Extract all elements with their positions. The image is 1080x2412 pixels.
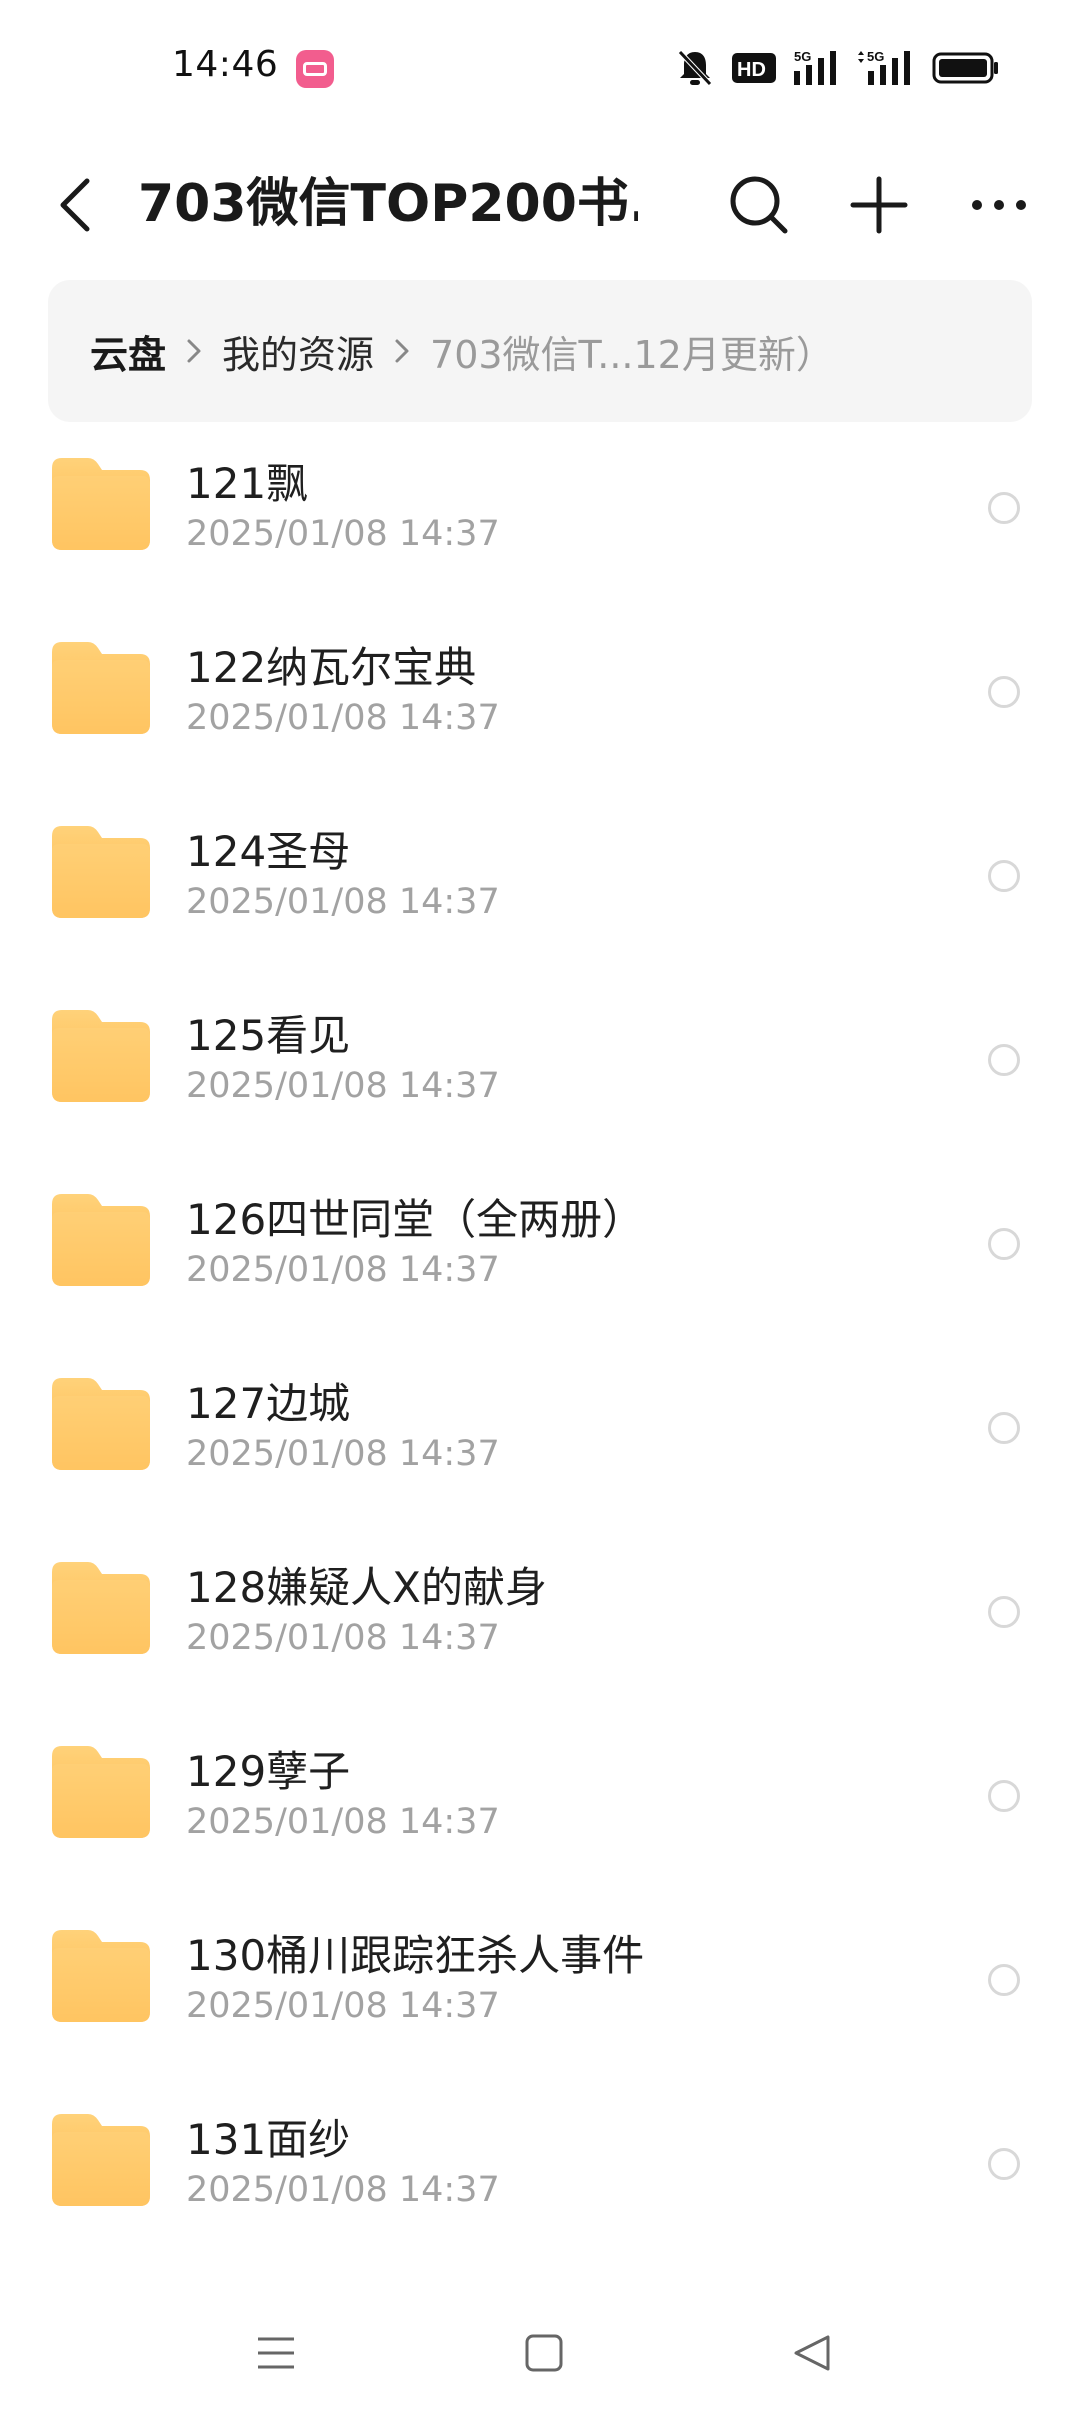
- nav-back-button[interactable]: [772, 2318, 852, 2388]
- select-checkbox[interactable]: [988, 1044, 1020, 1076]
- file-row[interactable]: 128嫌疑人X的献身 2025/01/08 14:37: [0, 1528, 1080, 1712]
- breadcrumb-my-resources[interactable]: 我的资源: [222, 324, 374, 379]
- search-icon: [730, 176, 788, 234]
- status-bar: 14:46 HD 5G 5G: [0, 0, 1080, 140]
- more-icon: [972, 200, 1026, 210]
- file-name: 121飘: [186, 459, 309, 508]
- file-date: 2025/01/08 14:37: [186, 514, 500, 554]
- breadcrumb-current: 703微信T...12月更新）: [430, 332, 834, 377]
- folder-icon: [52, 458, 150, 550]
- hd-icon: HD: [732, 48, 776, 88]
- title-bar: 703微信TOP200书...: [0, 140, 1080, 270]
- menu-icon: [258, 2337, 294, 2369]
- file-date: 2025/01/08 14:37: [186, 1618, 500, 1658]
- folder-icon: [52, 1562, 150, 1654]
- file-date: 2025/01/08 14:37: [186, 1986, 500, 2026]
- folder-icon: [52, 826, 150, 918]
- select-checkbox[interactable]: [988, 676, 1020, 708]
- file-date: 2025/01/08 14:37: [186, 1802, 500, 1842]
- folder-icon: [52, 1746, 150, 1838]
- home-square-icon: [525, 2334, 563, 2372]
- folder-icon: [52, 642, 150, 734]
- file-row[interactable]: 124圣母 2025/01/08 14:37: [0, 792, 1080, 976]
- hd-label: HD: [737, 59, 766, 81]
- page-title: 703微信TOP200书...: [138, 174, 638, 234]
- chevron-right-icon: [382, 331, 422, 371]
- file-row[interactable]: 121飘 2025/01/08 14:37: [0, 424, 1080, 608]
- file-row[interactable]: 131面纱 2025/01/08 14:37: [0, 2080, 1080, 2264]
- file-name: 127边城: [186, 1379, 351, 1428]
- breadcrumb: 云盘 我的资源 703微信T...12月更新）: [48, 280, 1032, 422]
- chevron-right-icon: [174, 331, 214, 371]
- file-row[interactable]: 122纳瓦尔宝典 2025/01/08 14:37: [0, 608, 1080, 792]
- status-icons: HD 5G 5G: [676, 46, 1000, 90]
- network-label: 5G: [794, 49, 811, 64]
- select-checkbox[interactable]: [988, 1780, 1020, 1812]
- signal-5g-icon: 5G: [794, 48, 840, 88]
- select-checkbox[interactable]: [988, 1228, 1020, 1260]
- more-button[interactable]: [954, 160, 1044, 250]
- folder-icon: [52, 1930, 150, 2022]
- file-date: 2025/01/08 14:37: [186, 2170, 500, 2210]
- file-name: 122纳瓦尔宝典: [186, 643, 477, 692]
- file-name: 124圣母: [186, 827, 351, 876]
- folder-icon: [52, 1378, 150, 1470]
- file-date: 2025/01/08 14:37: [186, 882, 500, 922]
- file-name: 125看见: [186, 1011, 351, 1060]
- nav-home-button[interactable]: [504, 2318, 584, 2388]
- file-list: 121飘 2025/01/08 14:37 122纳瓦尔宝典 2025/01/08 1…: [0, 424, 1080, 2264]
- bell-off-icon: [676, 48, 714, 88]
- file-date: 2025/01/08 14:37: [186, 1066, 500, 1106]
- file-name: 128嫌疑人X的献身: [186, 1563, 547, 1612]
- select-checkbox[interactable]: [988, 1596, 1020, 1628]
- select-checkbox[interactable]: [988, 1964, 1020, 1996]
- battery-icon: [932, 48, 1000, 88]
- file-name: 130桶川跟踪狂杀人事件: [186, 1931, 645, 1980]
- file-row[interactable]: 130桶川跟踪狂杀人事件 2025/01/08 14:37: [0, 1896, 1080, 2080]
- file-row[interactable]: 129孽子 2025/01/08 14:37: [0, 1712, 1080, 1896]
- back-button[interactable]: [40, 160, 110, 250]
- file-date: 2025/01/08 14:37: [186, 1250, 500, 1290]
- select-checkbox[interactable]: [988, 492, 1020, 524]
- signal-5g-icon: 5G: [858, 48, 914, 88]
- system-nav-bar: [0, 2290, 1080, 2412]
- folder-icon: [52, 1194, 150, 1286]
- file-name: 129孽子: [186, 1747, 351, 1796]
- file-name: 131面纱: [186, 2115, 351, 2164]
- select-checkbox[interactable]: [988, 1412, 1020, 1444]
- file-date: 2025/01/08 14:37: [186, 698, 500, 738]
- folder-icon: [52, 2114, 150, 2206]
- breadcrumb-root[interactable]: 云盘: [90, 324, 166, 379]
- nav-menu-button[interactable]: [236, 2318, 316, 2388]
- select-checkbox[interactable]: [988, 2148, 1020, 2180]
- add-button[interactable]: [834, 160, 924, 250]
- search-button[interactable]: [714, 160, 804, 250]
- file-row[interactable]: 125看见 2025/01/08 14:37: [0, 976, 1080, 1160]
- back-icon: [60, 178, 90, 232]
- select-checkbox[interactable]: [988, 860, 1020, 892]
- file-date: 2025/01/08 14:37: [186, 1434, 500, 1474]
- folder-icon: [52, 1010, 150, 1102]
- network-label: 5G: [867, 49, 884, 64]
- file-row[interactable]: 126四世同堂（全两册） 2025/01/08 14:37: [0, 1160, 1080, 1344]
- file-name: 126四世同堂（全两册）: [186, 1195, 645, 1244]
- bilibili-icon: [296, 50, 334, 88]
- plus-icon: [850, 176, 908, 234]
- status-time: 14:46: [172, 44, 279, 85]
- back-triangle-icon: [794, 2335, 830, 2371]
- file-row[interactable]: 127边城 2025/01/08 14:37: [0, 1344, 1080, 1528]
